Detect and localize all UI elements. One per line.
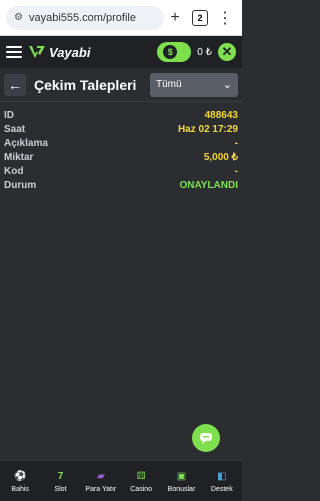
browser-bar: ⚙ vayabi555.com/profile + 2 ⋮ (0, 0, 242, 36)
football-icon: ⚽ (13, 470, 27, 482)
detail-row-amount: Miktar 5,000 ₺ (4, 151, 238, 163)
seven-icon: 7 (57, 470, 64, 482)
detail-row-id: ID 488643 (4, 109, 238, 121)
nav-destek[interactable]: ◧ Destek (202, 461, 242, 501)
dollar-icon: $ (163, 45, 178, 59)
tab-switcher-button[interactable]: 2 (192, 9, 208, 26)
bottom-nav: ⚽ Bahis 7 Slot ▰ Para Yatır ⚄ Casino ▣ B… (0, 460, 242, 501)
page-header: ← Çekim Talepleri Tümü ⌄ (0, 68, 242, 102)
dice-icon: ⚄ (136, 470, 146, 482)
more-menu-icon[interactable]: ⋮ (214, 8, 236, 28)
back-button[interactable]: ← (4, 73, 26, 96)
page-title: Çekim Talepleri (34, 76, 137, 93)
gift-icon: ▣ (176, 470, 187, 482)
brand-logo[interactable]: Vayabi (28, 43, 90, 61)
new-tab-icon[interactable]: + (164, 9, 186, 27)
wallet-icon: ▰ (96, 470, 105, 482)
balance-text: 0 ₺ (197, 46, 212, 58)
wallet-button[interactable]: $ (157, 42, 192, 62)
status-badge: ONAYLANDI (179, 179, 238, 191)
app-header: Vayabi $ 0 ₺ ✕ (0, 36, 242, 68)
withdrawal-details: ID 488643 Saat Haz 02 17:29 Açıklama - Mikt… (0, 102, 242, 192)
filter-value: Tümü (156, 79, 182, 90)
support-icon: ◧ (217, 470, 227, 482)
nav-bonuslar[interactable]: ▣ Bonuslar (161, 461, 201, 501)
chevron-down-icon: ⌄ (222, 79, 232, 91)
menu-icon[interactable] (6, 46, 22, 58)
close-icon[interactable]: ✕ (218, 43, 236, 61)
detail-row-code: Kod - (4, 165, 238, 177)
chat-icon (200, 433, 212, 444)
address-bar[interactable]: ⚙ vayabi555.com/profile (6, 5, 164, 30)
detail-row-status: Durum ONAYLANDI (4, 179, 238, 191)
wallet-area: $ 0 ₺ ✕ (157, 42, 236, 62)
nav-bahis[interactable]: ⚽ Bahis (0, 461, 40, 501)
arrow-left-icon: ← (8, 76, 22, 93)
nav-casino[interactable]: ⚄ Casino (121, 461, 161, 501)
filter-select[interactable]: Tümü ⌄ (150, 72, 238, 97)
brand-name: Vayabi (49, 44, 91, 60)
chat-button[interactable] (192, 424, 220, 452)
site-info-icon[interactable]: ⚙ (14, 12, 23, 23)
logo-icon (29, 46, 45, 58)
detail-row-description: Açıklama - (4, 137, 238, 149)
url-text: vayabi555.com/profile (28, 11, 136, 24)
nav-para-yatir[interactable]: ▰ Para Yatır (81, 461, 121, 501)
detail-row-time: Saat Haz 02 17:29 (4, 123, 238, 135)
nav-slot[interactable]: 7 Slot (40, 461, 80, 501)
